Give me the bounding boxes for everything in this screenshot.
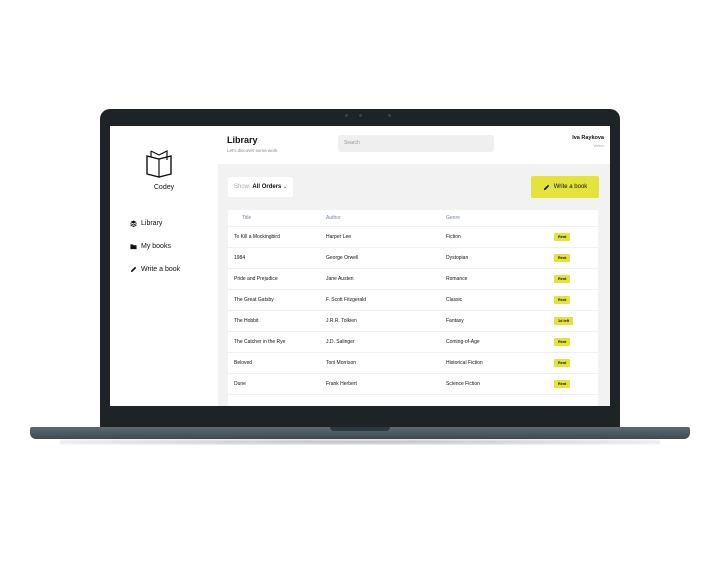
laptop-hinge-notch [330,427,390,431]
table-row[interactable]: 1984 George Orwell Dystopian Rent [228,247,598,269]
write-book-button[interactable]: Write a book [531,176,599,198]
camera-icon [359,114,362,117]
book-author: George Orwell [326,255,359,261]
book-genre: Dystopian [446,255,469,261]
table-row[interactable]: Dune Frank Herbert Science Fiction Rent [228,373,598,395]
write-book-label: Write a book [553,184,588,190]
filter-label: Show: [234,184,251,190]
sidebar-item-write-a-book[interactable]: Write a book [130,266,180,273]
search-input[interactable]: Search [338,135,494,152]
user-role: Writer [593,143,604,148]
main-content: Library Let's discover some work Search … [218,126,610,406]
sidebar-item-label: Library [141,220,163,227]
book-author: Jane Austen [326,276,354,282]
pencil-icon [130,266,137,273]
rent-button[interactable]: Rent [554,338,571,346]
laptop-lid: Codey Library My books Write a book Libr… [100,109,620,427]
book-author: F. Scott Fitzgerald [326,297,367,303]
table-row[interactable]: The Catcher in the Rye J.D. Salinger Com… [228,331,598,353]
sidebar-item-label: My books [141,243,171,250]
layers-icon [130,220,137,227]
table-row[interactable]: The Great Gatsby F. Scott Fitzgerald Cla… [228,289,598,311]
book-genre: Science Fiction [446,381,480,387]
book-author: Harper Lee [326,234,352,240]
rent-button[interactable]: Rent [554,233,571,241]
column-author[interactable]: Author [326,215,341,221]
sensor-dot [388,114,391,117]
rent-button[interactable]: Rent [554,275,571,283]
page-title: Library [227,135,258,145]
orders-filter-dropdown[interactable]: Show: All Orders ⌄ [228,177,294,197]
sidebar-item-library[interactable]: Library [130,220,162,227]
filter-value: All Orders [252,184,282,190]
pencil-icon [543,184,550,190]
book-title: The Great Gatsby [234,297,274,303]
rent-button[interactable]: Rent [554,296,571,304]
rent-button[interactable]: Rent [554,380,571,388]
book-author: J.R.R. Tolkien [326,318,357,324]
book-genre: Fantasy [446,318,464,324]
book-genre: Romance [446,276,468,282]
books-table: Title Author Genre To Kill a Mockingbird… [228,210,598,406]
book-title: To Kill a Mockingbird [234,234,280,240]
app-name: Codey [153,184,175,191]
laptop-shadow [60,439,660,445]
book-genre: Fiction [446,234,461,240]
page-subtitle: Let's discover some work [227,148,278,153]
table-row-partial[interactable] [228,394,598,406]
book-title: Beloved [234,360,253,366]
user-profile[interactable]: Iva Raykova Writer [572,135,604,148]
column-genre[interactable]: Genre [446,215,460,221]
user-name: Iva Raykova [572,135,604,141]
book-author: Toni Morrison [326,360,357,366]
table-row[interactable]: Beloved Toni Morrison Historical Fiction… [228,352,598,374]
book-genre: Coming-of-Age [446,339,480,345]
book-genre: Historical Fiction [446,360,483,366]
rent-button[interactable]: Rent [554,359,571,367]
book-genre: Classic [446,297,463,303]
table-header: Title Author Genre [228,210,598,226]
table-row[interactable]: To Kill a Mockingbird Harper Lee Fiction… [228,226,598,248]
book-author: Frank Herbert [326,381,357,387]
table-row[interactable]: Pride and Prejudice Jane Austen Romance … [228,268,598,290]
chevron-down-icon: ⌄ [283,184,288,190]
folder-icon [130,244,137,250]
sidebar-item-label: Write a book [141,266,181,273]
sidebar: Codey Library My books Write a book [110,126,218,406]
table-row[interactable]: The Hobbit J.R.R. Tolkien Fantasy 1d lef… [228,310,598,332]
book-title: The Hobbit [234,318,259,324]
book-title: The Catcher in the Rye [234,339,286,345]
book-title: 1984 [234,255,246,261]
header: Library Let's discover some work Search … [218,126,610,164]
column-title[interactable]: Title [242,215,251,221]
laptop-screen: Codey Library My books Write a book Libr… [110,126,610,406]
camera-dot [345,114,348,117]
book-logo-icon [146,150,172,178]
book-title: Dune [234,381,246,387]
book-author: J.D. Salinger [326,339,355,345]
status-badge: 1d left [554,317,574,325]
rent-button[interactable]: Rent [554,254,571,262]
sidebar-item-my-books[interactable]: My books [130,243,171,250]
book-title: Pride and Prejudice [234,276,278,282]
